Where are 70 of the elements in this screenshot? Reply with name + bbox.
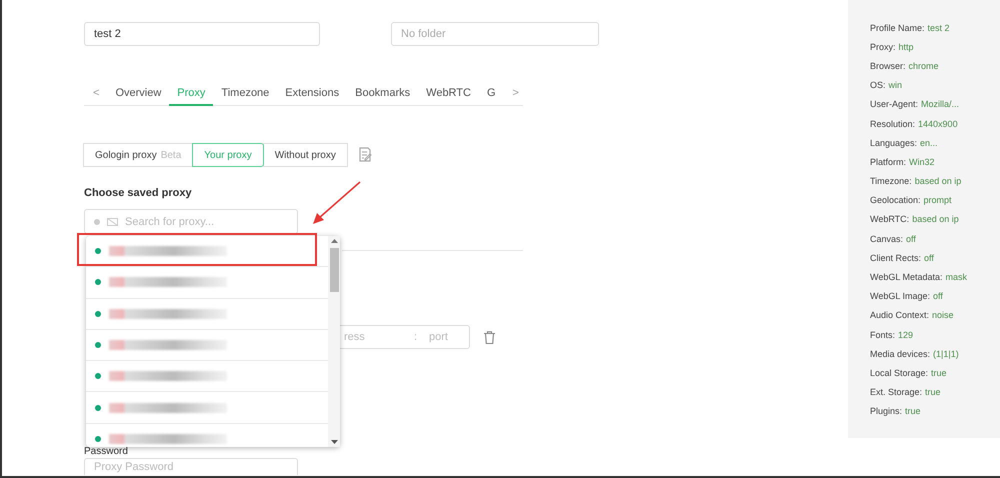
info-label: Languages: (870, 138, 918, 148)
info-value: true (931, 368, 947, 378)
info-value: Mozilla/... (921, 99, 960, 110)
info-value: based on ip (914, 176, 962, 186)
status-dot (95, 436, 101, 442)
info-label: Proxy: (870, 42, 896, 52)
info-label: Fonts: (870, 330, 896, 340)
info-label: Platform: (870, 156, 906, 167)
info-label: Client Rects: (870, 252, 922, 263)
status-dot (94, 218, 100, 224)
info-value: prompt (924, 195, 952, 206)
tab[interactable]: Overview (107, 81, 170, 106)
profile-name-field[interactable]: test 2 (84, 22, 320, 46)
info-value: mask (946, 272, 968, 282)
info-label: OS: (870, 80, 886, 90)
beta-label: Beta (160, 150, 182, 160)
info-label: Local Storage: (870, 368, 928, 378)
info-value: test 2 (928, 22, 950, 33)
info-label: Media devices: (870, 348, 930, 359)
status-dot (95, 404, 101, 411)
info-label: WebGL Metadata: (870, 272, 943, 282)
info-label: Profile Name: (870, 22, 925, 33)
info-value: (1|1|1) (933, 348, 959, 359)
tab[interactable]: G (478, 81, 504, 106)
info-label: Canvas: (870, 234, 904, 244)
info-label: Browser: (870, 60, 906, 71)
tab[interactable]: Timezone (213, 81, 278, 106)
info-value: chrome (908, 60, 939, 71)
info-value: Win32 (909, 156, 935, 167)
tab[interactable]: Extensions (277, 81, 348, 106)
info-label: Ext. Storage: (870, 387, 922, 398)
section-heading: Choose saved proxy (84, 187, 193, 199)
info-value: based on ip (912, 214, 959, 224)
info-value: win (888, 80, 902, 90)
scrollbar[interactable] (328, 236, 340, 447)
info-value: http (898, 42, 914, 52)
info-value: off (906, 234, 916, 244)
field-label: Password (84, 446, 128, 457)
status-dot (95, 310, 101, 317)
info-label: Resolution: (870, 118, 916, 129)
info-label: WebRTC: (870, 214, 910, 224)
info-value: true (905, 406, 921, 416)
info-value: off (933, 291, 943, 302)
info-value: 1440x900 (918, 118, 958, 129)
scrollbar-thumb[interactable] (330, 248, 338, 292)
status-dot (95, 279, 101, 286)
proxy-mode-button[interactable]: Gologin proxy Beta (83, 143, 194, 167)
info-value: en... (920, 138, 938, 148)
info-label: Geolocation: (870, 195, 921, 206)
info-value: off (924, 252, 934, 263)
status-dot (95, 342, 101, 348)
edit-document-icon[interactable] (358, 147, 372, 163)
info-value: true (925, 387, 941, 398)
tab[interactable]: Bookmarks (347, 81, 418, 106)
info-label: Audio Context: (870, 310, 930, 320)
proxy-mode-button[interactable]: Without proxy (262, 143, 348, 167)
delete-icon[interactable] (484, 330, 495, 344)
envelope-icon (107, 218, 118, 226)
tab[interactable]: WebRTC (418, 81, 479, 106)
scroll-down-icon[interactable] (330, 440, 338, 444)
info-label: Timezone: (870, 176, 912, 186)
info-value: noise (932, 310, 954, 320)
status-dot (95, 248, 101, 254)
annotation-arrow (310, 180, 362, 226)
info-label: Plugins: (870, 406, 902, 416)
status-dot (95, 373, 101, 380)
info-label: WebGL Image: (870, 291, 930, 302)
scroll-up-icon[interactable] (330, 239, 338, 243)
info-label: User-Agent: (870, 99, 918, 110)
info-value: 129 (898, 330, 914, 340)
